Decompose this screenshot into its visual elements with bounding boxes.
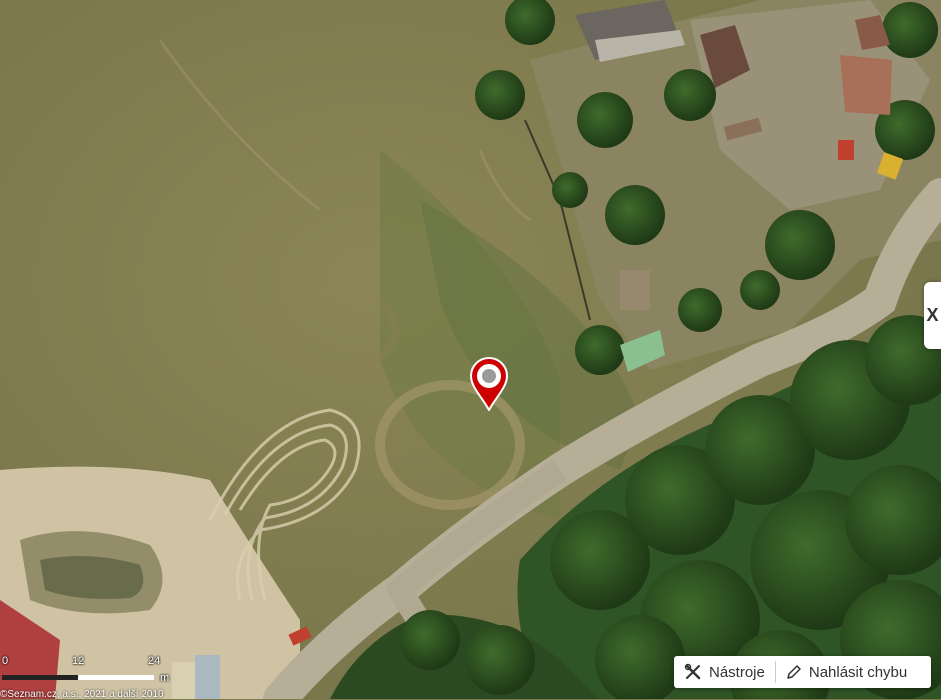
side-panel-toggle[interactable]: X [924, 282, 941, 349]
copyright-notice: ©Seznam.cz, a.s., 2021 a další 2010 [0, 689, 164, 700]
aerial-map[interactable] [0, 0, 941, 699]
scale-tick-0: 0 [2, 655, 9, 667]
pencil-icon [787, 665, 801, 679]
map-scale: 0 12 24 m [2, 655, 177, 687]
scale-tick-12: 12 [72, 655, 85, 667]
close-icon: X [926, 305, 939, 325]
tools-label: Nástroje [709, 663, 765, 681]
scale-bar-light [78, 675, 154, 680]
tools-button[interactable]: Nástroje [674, 656, 775, 688]
tools-icon [684, 663, 701, 680]
scale-unit: m [160, 672, 170, 684]
report-error-button[interactable]: Nahlásit chybu [776, 656, 917, 688]
scale-tick-24: 24 [148, 655, 161, 667]
map-toolbar: Nástroje Nahlásit chybu [674, 656, 931, 688]
report-error-label: Nahlásit chybu [808, 663, 908, 681]
location-pin-icon[interactable] [469, 356, 509, 413]
scale-bar-dark [2, 675, 78, 680]
